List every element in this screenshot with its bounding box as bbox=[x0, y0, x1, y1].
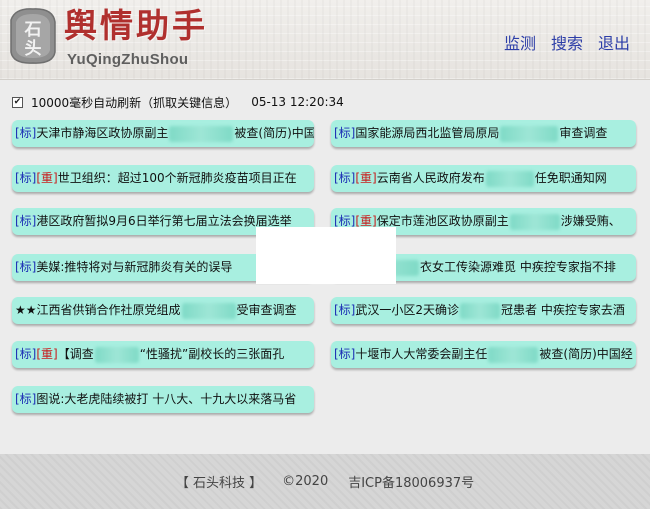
nav-search-link[interactable]: 搜索 bbox=[551, 30, 583, 54]
tag-standard: [标] bbox=[15, 214, 37, 228]
tag-important: [重] bbox=[355, 214, 377, 228]
news-title-post: 衣女工传染源难觅 中疾控专家指不排 bbox=[420, 260, 616, 274]
tag-important: [重] bbox=[36, 347, 58, 361]
nav-monitor-link[interactable]: 监测 bbox=[504, 30, 536, 54]
blurred-text bbox=[169, 125, 234, 142]
blurred-text bbox=[485, 170, 534, 187]
news-title-post: “性骚扰”副校长的三张面孔 bbox=[139, 347, 285, 361]
tag-standard: [标] bbox=[334, 126, 356, 140]
star-icon: ★★ bbox=[15, 303, 37, 317]
tag-standard: [标] bbox=[15, 347, 37, 361]
svg-text:头: 头 bbox=[25, 39, 42, 59]
refresh-status: ✔ 10000毫秒自动刷新（抓取关键信息） 05-13 12:20:34 bbox=[12, 93, 344, 111]
news-item-left-6[interactable]: [标][重]【调查 “性骚扰”副校长的三张面孔 bbox=[12, 341, 314, 368]
auto-refresh-label: 10000毫秒自动刷新（抓取关键信息） bbox=[31, 95, 238, 110]
news-title-pre: 天津市静海区政协原副主 bbox=[36, 126, 169, 140]
news-item-left-5[interactable]: ★★江西省供销合作社原党组成 受审查调查 bbox=[12, 297, 314, 324]
blurred-text bbox=[509, 213, 560, 230]
news-title-post: 涉嫌受贿、 bbox=[560, 214, 621, 228]
news-title-pre: 云南省人民政府发布 bbox=[376, 171, 485, 185]
news-title-post: 冠患者 中疾控专家去酒 bbox=[501, 303, 625, 317]
blurred-text bbox=[94, 346, 139, 363]
tag-standard: [标] bbox=[334, 347, 356, 361]
footer-icp-link[interactable]: 吉ICP备18006937号 bbox=[348, 472, 474, 491]
news-title-post: 任免职通知网 bbox=[534, 171, 607, 185]
redaction-box bbox=[256, 227, 396, 284]
stone-logo-icon: 石 头 bbox=[10, 8, 56, 64]
news-title-pre: 图说:大老虎陆续被打 十八大、十九大以来落马省 bbox=[36, 392, 297, 406]
news-title-pre: 保定市莲池区政协原副主 bbox=[376, 214, 509, 228]
tag-standard: [标] bbox=[334, 214, 356, 228]
blurred-text bbox=[500, 125, 559, 142]
news-item-right-2[interactable]: [标][重]云南省人民政府发布 任免职通知网 bbox=[331, 165, 636, 192]
news-title-post: 被查(简历)中国 bbox=[234, 126, 314, 140]
auto-refresh-checkbox[interactable]: ✔ bbox=[12, 96, 23, 108]
news-item-right-5[interactable]: [标]武汉一小区2天确诊 冠患者 中疾控专家去酒 bbox=[331, 297, 636, 324]
svg-text:石: 石 bbox=[24, 20, 42, 40]
blurred-text bbox=[488, 346, 539, 363]
tag-standard: [标] bbox=[334, 171, 356, 185]
news-item-right-6[interactable]: [标]十堰市人大常委会副主任 被查(简历)中国经 bbox=[331, 341, 636, 368]
tag-important: [重] bbox=[36, 171, 58, 185]
news-title-pre: 国家能源局西北监管局原局 bbox=[355, 126, 500, 140]
blurred-text bbox=[460, 302, 501, 319]
news-title-pre: 【调查 bbox=[57, 347, 94, 361]
news-title-pre: 江西省供销合作社原党组成 bbox=[36, 303, 181, 317]
footer-company: 【 石头科技 】 bbox=[175, 476, 263, 491]
refresh-timestamp: 05-13 12:20:34 bbox=[251, 95, 344, 109]
news-item-left-1[interactable]: [标]天津市静海区政协原副主 被查(简历)中国 bbox=[12, 120, 314, 147]
tag-standard: [标] bbox=[15, 171, 37, 185]
tag-standard: [标] bbox=[15, 260, 37, 274]
news-title-pre: 世卫组织：超过100个新冠肺炎疫苗项目正在 bbox=[57, 171, 297, 185]
nav-logout-link[interactable]: 退出 bbox=[598, 30, 630, 54]
news-item-left-7[interactable]: [标]图说:大老虎陆续被打 十八大、十九大以来落马省 bbox=[12, 386, 314, 413]
top-nav: 监测 搜索 退出 bbox=[504, 30, 630, 54]
news-title-pre: 美媒:推特将对与新冠肺炎有关的误导 bbox=[36, 260, 233, 274]
news-title-post: 受审查调查 bbox=[236, 303, 297, 317]
tag-standard: [标] bbox=[15, 392, 37, 406]
tag-important: [重] bbox=[355, 171, 377, 185]
header-bar: 石 头 舆情助手 YuQingZhuShou 监测 搜索 退出 bbox=[0, 0, 650, 80]
news-item-right-1[interactable]: [标]国家能源局西北监管局原局 审查调查 bbox=[331, 120, 636, 147]
news-item-left-2[interactable]: [标][重]世卫组织：超过100个新冠肺炎疫苗项目正在 bbox=[12, 165, 314, 192]
news-title-post: 被查(简历)中国经 bbox=[539, 347, 633, 361]
brand-subtitle: YuQingZhuShou bbox=[67, 51, 189, 68]
blurred-text bbox=[181, 302, 236, 319]
news-title-pre: 港区政府暂拟9月6日举行第七届立法会换届选举 bbox=[36, 214, 292, 228]
brand-title: 舆情助手 bbox=[64, 6, 208, 45]
news-title-post: 审查调查 bbox=[559, 126, 608, 140]
news-title-pre: 十堰市人大常委会副主任 bbox=[355, 347, 488, 361]
footer: 【 石头科技 】 ©2020 吉ICP备18006937号 bbox=[0, 454, 650, 509]
news-title-pre: 武汉一小区2天确诊 bbox=[355, 303, 460, 317]
tag-standard: [标] bbox=[15, 126, 37, 140]
tag-standard: [标] bbox=[334, 303, 356, 317]
footer-copyright: ©2020 bbox=[282, 474, 329, 489]
